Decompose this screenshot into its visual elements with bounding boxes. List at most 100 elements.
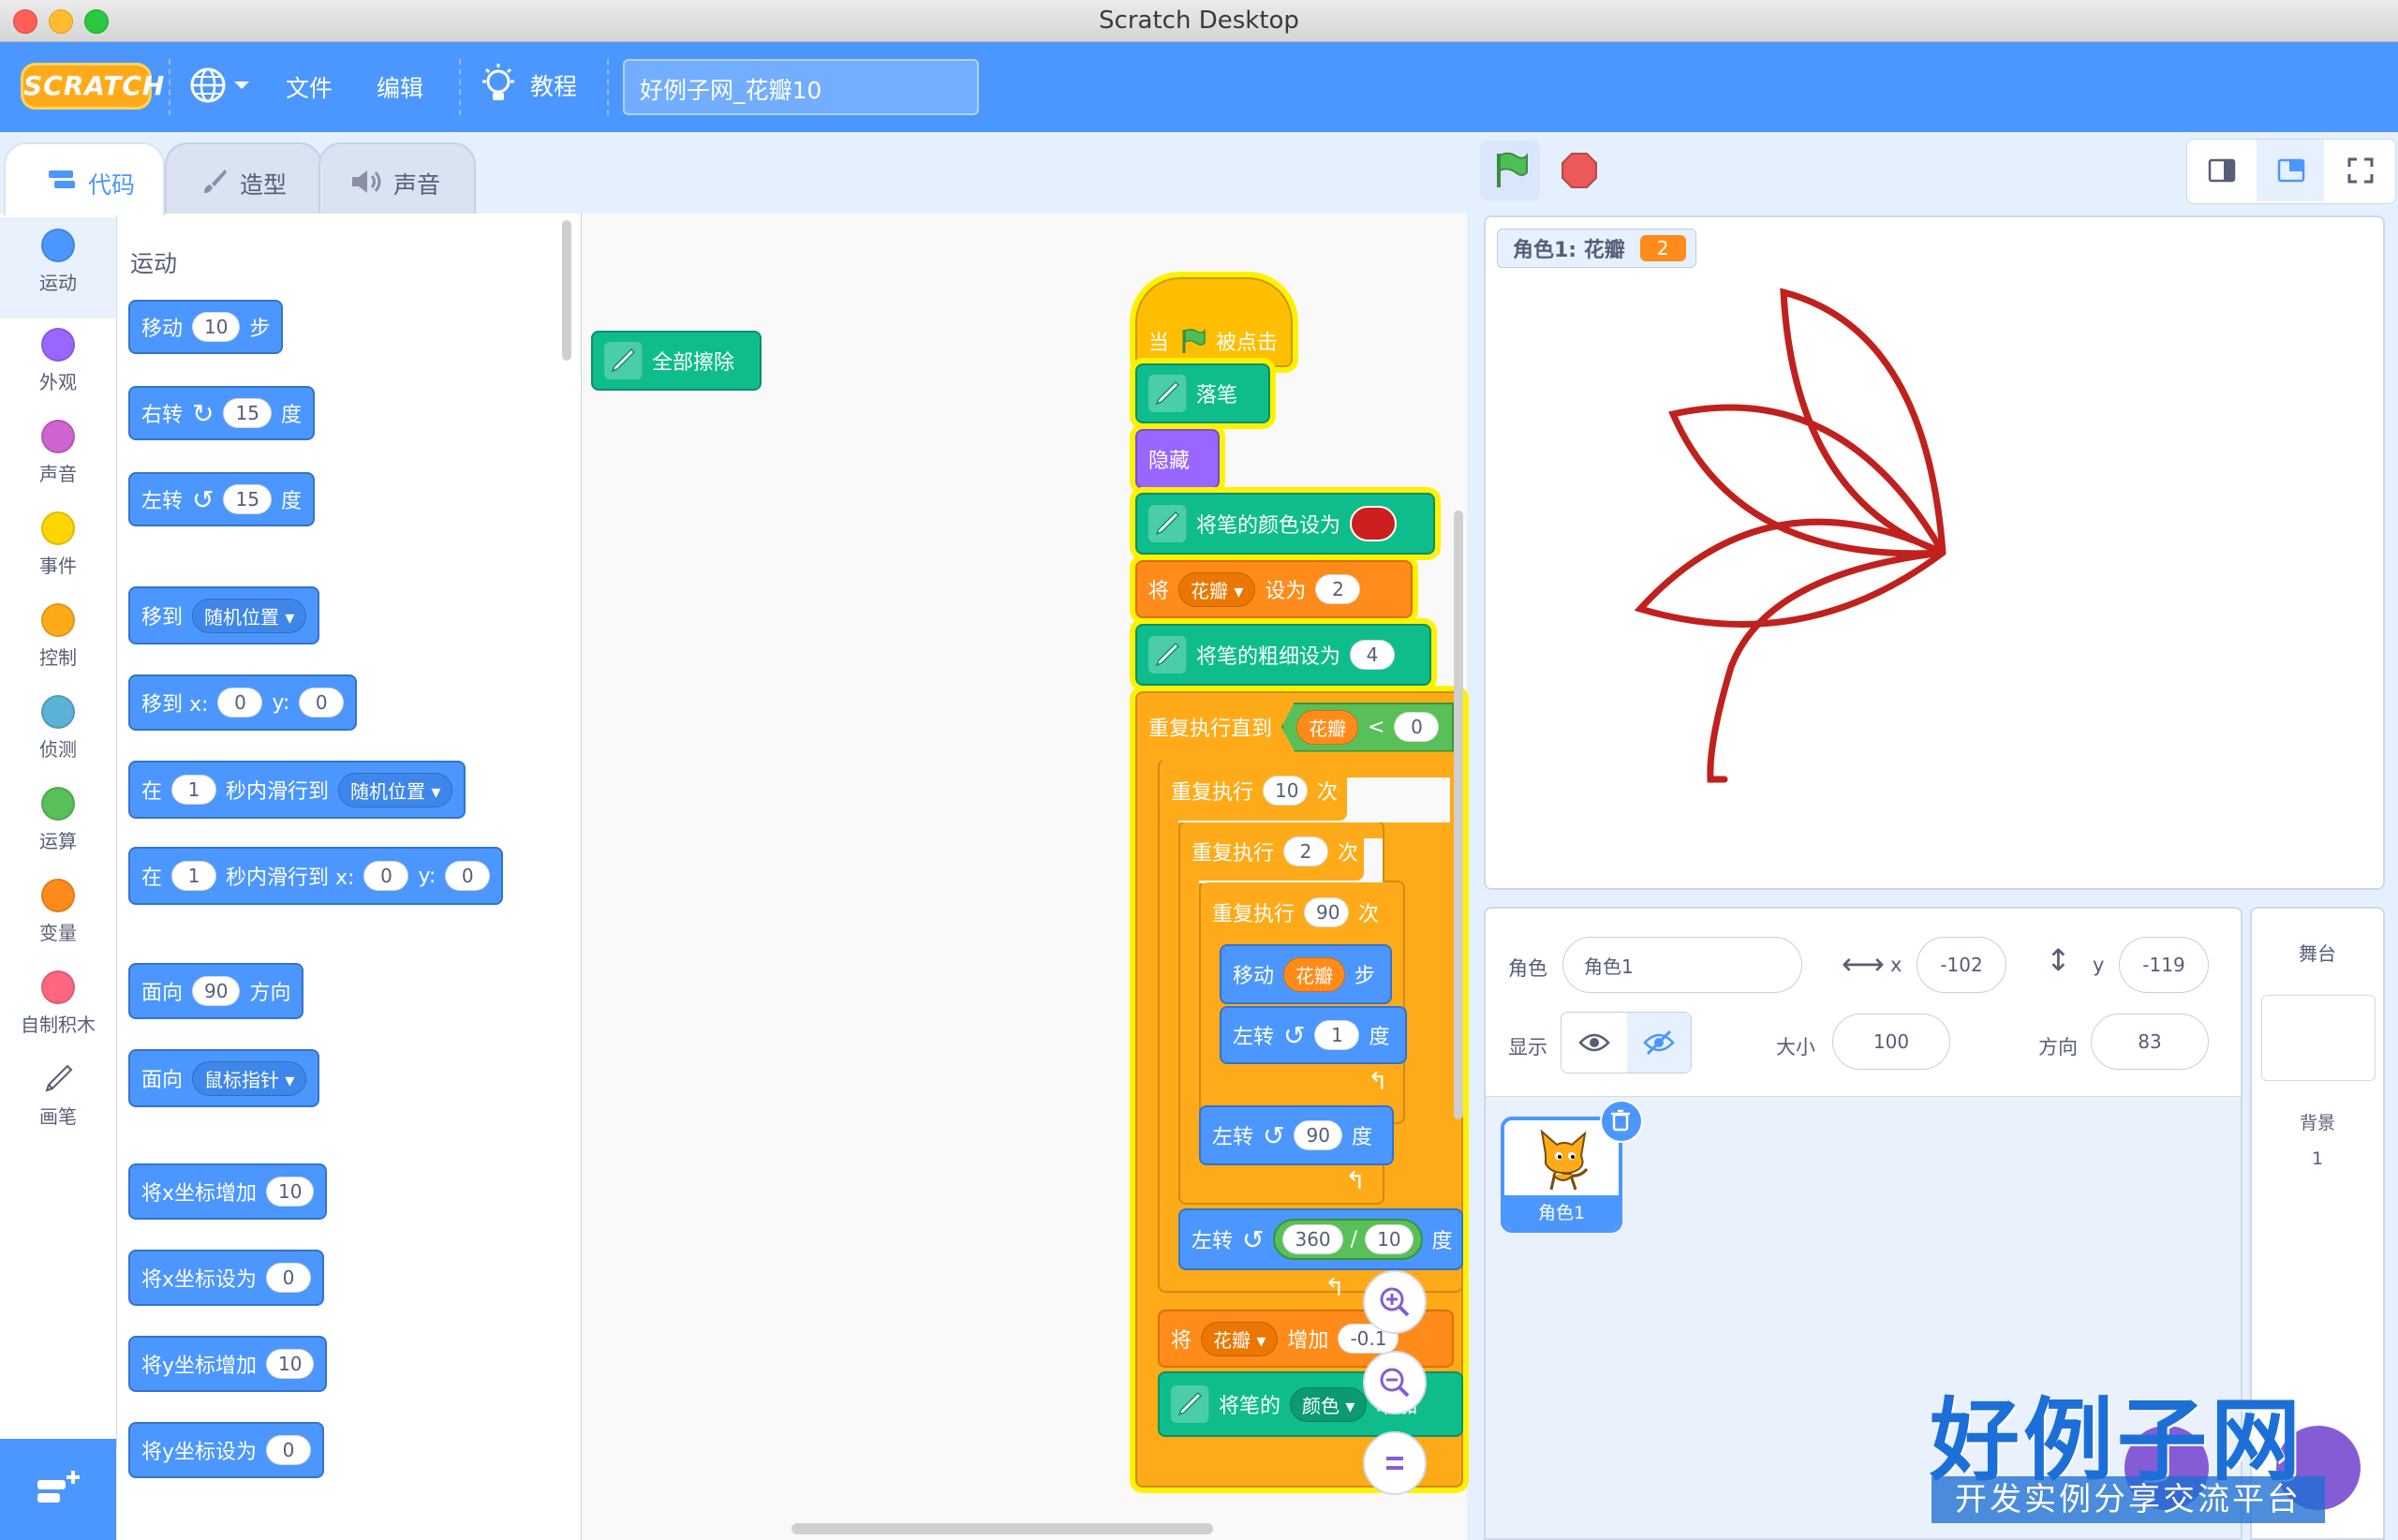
category-my-blocks[interactable]: 自制积木 xyxy=(0,959,116,1037)
tutorials-menu[interactable]: 教程 xyxy=(480,63,577,108)
repeat-90-block[interactable]: 重复执行 90 次 xyxy=(1201,882,1388,942)
category-sensing[interactable]: 侦测 xyxy=(0,684,116,762)
y-input[interactable]: 0 xyxy=(266,1435,312,1465)
goto-block[interactable]: 移到 随机位置 ▾ xyxy=(128,586,320,644)
degrees-input[interactable]: 15 xyxy=(223,398,272,428)
size-input[interactable]: 100 xyxy=(1832,1014,1950,1070)
edit-menu[interactable]: 编辑 xyxy=(377,70,423,104)
hide-block[interactable]: 隐藏 xyxy=(1135,429,1220,489)
when-flag-clicked-block[interactable]: 当 被点击 xyxy=(1135,277,1293,367)
value-input[interactable]: 2 xyxy=(1315,574,1361,604)
stage-thumbnail[interactable] xyxy=(2261,995,2376,1081)
times-input[interactable]: 2 xyxy=(1283,837,1329,866)
add-extension-button[interactable] xyxy=(0,1439,116,1540)
pen-color-swatch[interactable] xyxy=(1350,506,1398,541)
degrees-input[interactable]: 15 xyxy=(223,484,272,514)
set-x-block[interactable]: 将x坐标设为 0 xyxy=(128,1250,325,1306)
glide-block[interactable]: 在 1 秒内滑行到 随机位置 ▾ xyxy=(128,761,466,819)
set-pen-size-block[interactable]: 将笔的粗细设为 4 xyxy=(1135,624,1431,686)
size-input[interactable]: 4 xyxy=(1350,640,1396,670)
repeat-10-block[interactable]: 重复执行 10 次 xyxy=(1160,761,1347,821)
palette-scrollbar[interactable] xyxy=(562,220,571,361)
project-title-input[interactable]: 好例子网_花瓣10 xyxy=(623,59,979,115)
delete-sprite-button[interactable] xyxy=(1600,1100,1643,1143)
set-pen-color-block[interactable]: 将笔的颜色设为 xyxy=(1135,493,1435,555)
scratch-logo[interactable]: SCRATCH xyxy=(21,63,164,110)
y-input[interactable]: 0 xyxy=(299,688,345,718)
glide-target-dropdown[interactable]: 随机位置 ▾ xyxy=(338,772,453,807)
turn-left-90-block[interactable]: 左转 ↺ 90 度 xyxy=(1199,1105,1394,1165)
repeat-2-block[interactable]: 重复执行 2 次 xyxy=(1180,822,1364,881)
category-motion[interactable]: 运动 xyxy=(0,217,116,318)
divisor-input[interactable]: 10 xyxy=(1365,1224,1414,1254)
zoom-out-button[interactable] xyxy=(1363,1351,1427,1414)
small-stage-button[interactable] xyxy=(2187,140,2255,201)
variable-dropdown[interactable]: 花瓣 ▾ xyxy=(1178,571,1256,607)
point-direction-block[interactable]: 面向 90 方向 xyxy=(128,963,304,1019)
less-than-operator[interactable]: 花瓣 < 0 xyxy=(1281,702,1455,752)
glide-xy-block[interactable]: 在 1 秒内滑行到 x: 0 y: 0 xyxy=(128,847,504,905)
compare-input[interactable]: 0 xyxy=(1394,712,1440,742)
category-events[interactable]: 事件 xyxy=(0,500,116,578)
x-input[interactable]: -102 xyxy=(1917,937,2006,993)
move-steps-block[interactable]: 移动 10 步 xyxy=(128,300,284,354)
tab-sounds[interactable]: 声音 xyxy=(318,142,476,215)
fullscreen-button[interactable] xyxy=(2326,140,2393,201)
green-flag-button[interactable] xyxy=(1480,141,1540,200)
dx-input[interactable]: 10 xyxy=(266,1177,315,1207)
degrees-input[interactable]: 1 xyxy=(1314,1020,1360,1050)
script-horizontal-scrollbar[interactable] xyxy=(792,1523,1213,1534)
clear-block[interactable]: 全部擦除 xyxy=(591,331,762,391)
set-y-block[interactable]: 将y坐标设为 0 xyxy=(128,1422,325,1478)
normal-stage-button[interactable] xyxy=(2257,140,2324,201)
script-vertical-scrollbar[interactable] xyxy=(1454,511,1463,1119)
y-input[interactable]: 0 xyxy=(445,861,491,891)
seconds-input[interactable]: 1 xyxy=(171,775,217,805)
divide-operator[interactable]: 360 / 10 xyxy=(1273,1219,1423,1260)
hide-button[interactable] xyxy=(1627,1013,1691,1073)
times-input[interactable]: 10 xyxy=(1263,776,1309,806)
point-towards-block[interactable]: 面向 鼠标指针 ▾ xyxy=(128,1049,320,1107)
goto-xy-block[interactable]: 移到 x: 0 y: 0 xyxy=(128,674,358,731)
times-input[interactable]: 90 xyxy=(1304,897,1350,927)
category-variables[interactable]: 变量 xyxy=(0,867,116,945)
turn-left-divide-block[interactable]: 左转 ↺ 360 / 10 度 xyxy=(1178,1208,1463,1270)
zoom-in-button[interactable] xyxy=(1363,1270,1427,1334)
tab-costumes[interactable]: 造型 xyxy=(165,142,322,215)
category-control[interactable]: 控制 xyxy=(0,592,116,670)
x-input[interactable]: 0 xyxy=(217,688,263,718)
direction-input[interactable]: 90 xyxy=(192,976,241,1006)
y-input[interactable]: -119 xyxy=(2119,937,2209,993)
zoom-reset-button[interactable] xyxy=(1363,1431,1427,1495)
category-pen[interactable]: 画笔 xyxy=(0,1051,116,1129)
dividend-input[interactable]: 360 xyxy=(1282,1224,1343,1254)
set-variable-block[interactable]: 将 花瓣 ▾ 设为 2 xyxy=(1135,560,1413,618)
variable-reporter[interactable]: 花瓣 xyxy=(1296,709,1359,745)
category-operators[interactable]: 运算 xyxy=(0,776,116,853)
change-x-block[interactable]: 将x坐标增加 10 xyxy=(128,1163,328,1220)
pen-down-block[interactable]: 落笔 xyxy=(1135,363,1270,423)
turn-left-block[interactable]: 左转 ↺ 15 度 xyxy=(128,472,315,526)
category-sound[interactable]: 声音 xyxy=(0,408,116,486)
goto-target-dropdown[interactable]: 随机位置 ▾ xyxy=(192,598,307,633)
dy-input[interactable]: 10 xyxy=(266,1349,315,1379)
file-menu[interactable]: 文件 xyxy=(286,70,333,104)
turn-left-1-block[interactable]: 左转 ↺ 1 度 xyxy=(1220,1006,1407,1064)
variable-dropdown[interactable]: 花瓣 ▾ xyxy=(1201,1321,1279,1356)
stop-button[interactable] xyxy=(1549,141,1609,200)
language-menu[interactable] xyxy=(187,65,255,110)
turn-right-block[interactable]: 右转 ↻ 15 度 xyxy=(128,386,315,440)
stage-canvas[interactable]: 角色1: 花瓣 2 xyxy=(1484,215,2385,890)
category-looks[interactable]: 外观 xyxy=(0,317,116,394)
x-input[interactable]: 0 xyxy=(363,861,409,891)
change-y-block[interactable]: 将y坐标增加 10 xyxy=(128,1336,328,1392)
degrees-input[interactable]: 90 xyxy=(1294,1120,1342,1150)
move-variable-block[interactable]: 移动 花瓣 步 xyxy=(1220,944,1392,1004)
sprite-name-input[interactable]: 角色1 xyxy=(1562,937,1802,993)
show-button[interactable] xyxy=(1562,1013,1626,1073)
seconds-input[interactable]: 1 xyxy=(171,861,217,891)
tab-code[interactable]: 代码 xyxy=(4,142,165,215)
point-towards-dropdown[interactable]: 鼠标指针 ▾ xyxy=(192,1060,307,1096)
repeat-until-block[interactable]: 重复执行直到 花瓣 < 0 xyxy=(1137,693,1461,761)
pen-param-dropdown[interactable]: 颜色 ▾ xyxy=(1290,1386,1368,1422)
